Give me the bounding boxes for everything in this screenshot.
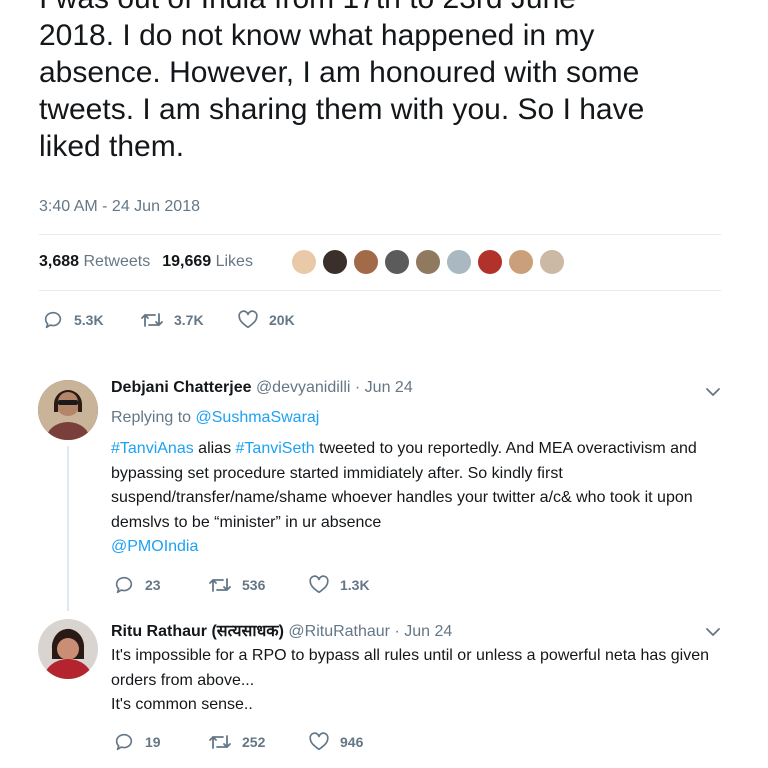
- reply-action[interactable]: 19: [113, 731, 161, 753]
- like-count: 20K: [269, 312, 295, 328]
- reply-count: 19: [145, 734, 161, 750]
- retweet-icon: [209, 578, 231, 592]
- reply-text: #TanviAnas alias #TanviSeth tweeted to y…: [111, 437, 711, 560]
- liker-avatar[interactable]: [507, 248, 535, 276]
- retweet-action[interactable]: 3.7K: [140, 309, 204, 331]
- retweet-count: 536: [242, 577, 266, 593]
- hashtag[interactable]: #TanviSeth: [236, 440, 315, 457]
- tweet-text: I was out of India from 17th to 23rd Jun…: [39, 0, 645, 163]
- likes-stat[interactable]: 19,669 Likes: [162, 253, 253, 270]
- chevron-down-icon[interactable]: [704, 623, 722, 641]
- replying-to: Replying to @SushmaSwaraj: [111, 409, 319, 427]
- like-count: 946: [340, 734, 364, 750]
- avatar-icon: [38, 380, 98, 440]
- divider: [39, 290, 721, 291]
- liker-avatar[interactable]: [321, 248, 349, 276]
- retweet-count: 252: [242, 734, 266, 750]
- liker-avatar[interactable]: [352, 248, 380, 276]
- liker-avatar[interactable]: [476, 248, 504, 276]
- mention[interactable]: @PMOIndia: [111, 538, 198, 555]
- reply-icon: [44, 311, 62, 329]
- author-handle[interactable]: @RituRathaur: [288, 623, 390, 640]
- reply-header: Debjani Chatterjee @devyanidilli · Jun 2…: [111, 379, 413, 397]
- replying-label: Replying to: [111, 409, 192, 426]
- liker-avatar[interactable]: [383, 248, 411, 276]
- tweet-stats: 3,688 Retweets 19,669 Likes: [39, 253, 253, 271]
- avatar-icon: [38, 619, 98, 679]
- retweet-icon: [141, 313, 163, 327]
- like-action[interactable]: 20K: [237, 309, 295, 331]
- retweet-action[interactable]: 536: [208, 574, 265, 596]
- retweet-icon: [209, 735, 231, 749]
- reply-header: Ritu Rathaur (सत्यसाधक) @RituRathaur · J…: [111, 619, 452, 641]
- reply-icon: [115, 576, 133, 594]
- author-handle[interactable]: @devyanidilli: [256, 379, 351, 396]
- heart-icon: [238, 310, 258, 329]
- like-action[interactable]: 946: [308, 731, 363, 753]
- liker-avatar[interactable]: [414, 248, 442, 276]
- tweet-timestamp[interactable]: 3:40 AM - 24 Jun 2018: [39, 198, 200, 216]
- thread-line: [67, 446, 69, 611]
- avatar[interactable]: [38, 619, 98, 679]
- text-segment: alias: [193, 440, 236, 457]
- replying-mention[interactable]: @SushmaSwaraj: [196, 409, 320, 426]
- avatar[interactable]: [38, 380, 98, 440]
- like-action[interactable]: 1.3K: [308, 574, 370, 596]
- retweet-count: 3.7K: [174, 312, 204, 328]
- author-name[interactable]: Ritu Rathaur (सत्यसाधक): [111, 623, 284, 640]
- reply-date[interactable]: · Jun 24: [355, 379, 413, 396]
- liker-avatars: [290, 248, 569, 276]
- reply-count: 5.3K: [74, 312, 104, 328]
- retweets-stat[interactable]: 3,688 Retweets: [39, 253, 150, 270]
- reply-date[interactable]: · Jun 24: [394, 623, 452, 640]
- heart-icon: [309, 575, 329, 594]
- reply-action[interactable]: 5.3K: [42, 309, 104, 331]
- hashtag[interactable]: #TanviAnas: [111, 440, 194, 457]
- reply-action[interactable]: 23: [113, 574, 161, 596]
- chevron-down-icon[interactable]: [704, 383, 722, 401]
- heart-icon: [309, 732, 329, 751]
- retweet-action[interactable]: 252: [208, 731, 265, 753]
- reply-text: It's impossible for a RPO to bypass all …: [111, 647, 710, 713]
- reply-icon: [115, 733, 133, 751]
- reply-count: 23: [145, 577, 161, 593]
- like-count: 1.3K: [340, 577, 370, 593]
- author-name[interactable]: Debjani Chatterjee: [111, 379, 251, 396]
- divider: [39, 234, 721, 235]
- liker-avatar[interactable]: [445, 248, 473, 276]
- liker-avatar[interactable]: [290, 248, 318, 276]
- liker-avatar[interactable]: [538, 248, 566, 276]
